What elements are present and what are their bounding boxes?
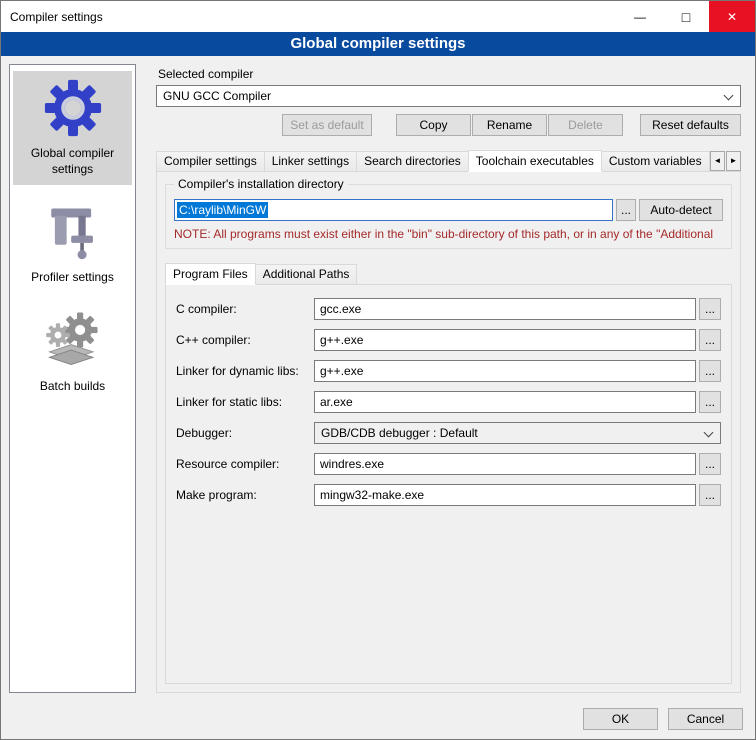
selected-compiler-dropdown[interactable]: GNU GCC Compiler	[156, 85, 741, 107]
sidebar-item-label: Profiler settings	[31, 270, 114, 286]
copy-button[interactable]: Copy	[396, 114, 471, 136]
linker-dynamic-browse-button[interactable]: ...	[699, 360, 721, 382]
tab-custom-variables[interactable]: Custom variables	[601, 151, 710, 171]
make-program-input[interactable]	[314, 484, 696, 506]
linker-static-label: Linker for static libs:	[176, 395, 314, 409]
cpp-compiler-input[interactable]	[314, 329, 696, 351]
tab-toolchain-executables[interactable]: Toolchain executables	[468, 150, 602, 172]
tab-scroll-buttons: ◄ ►	[709, 151, 741, 171]
installation-directory-value: C:\raylib\MinGW	[177, 202, 268, 218]
linker-dynamic-label: Linker for dynamic libs:	[176, 364, 314, 378]
installation-directory-group: Compiler's installation directory C:\ray…	[165, 184, 732, 249]
program-files-page: C compiler: ... C++ compiler: ... Linker…	[165, 284, 732, 684]
sidebar-item-batch-builds[interactable]: Batch builds	[13, 304, 132, 403]
installation-directory-group-title: Compiler's installation directory	[174, 177, 348, 191]
installation-directory-browse-button[interactable]: ...	[616, 199, 636, 221]
auto-detect-button[interactable]: Auto-detect	[639, 199, 723, 221]
sidebar-item-profiler-settings[interactable]: Profiler settings	[13, 195, 132, 294]
tab-search-directories[interactable]: Search directories	[356, 151, 469, 171]
window-title: Compiler settings	[10, 10, 103, 24]
settings-category-list: Global compiler settings Profiler settin…	[9, 64, 136, 693]
selected-compiler-value: GNU GCC Compiler	[163, 89, 271, 103]
blue-gear-icon	[44, 79, 102, 137]
resource-compiler-browse-button[interactable]: ...	[699, 453, 721, 475]
tab-compiler-settings[interactable]: Compiler settings	[156, 151, 265, 171]
field-row-linker-static: Linker for static libs: ...	[176, 391, 721, 413]
cancel-button[interactable]: Cancel	[668, 708, 743, 730]
field-row-debugger: Debugger: GDB/CDB debugger : Default	[176, 422, 721, 444]
sidebar-item-label: Batch builds	[40, 379, 105, 395]
linker-dynamic-input[interactable]	[314, 360, 696, 382]
field-row-cpp-compiler: C++ compiler: ...	[176, 329, 721, 351]
linker-static-browse-button[interactable]: ...	[699, 391, 721, 413]
toolchain-executables-page: Compiler's installation directory C:\ray…	[156, 171, 741, 693]
field-row-linker-dynamic: Linker for dynamic libs: ...	[176, 360, 721, 382]
c-compiler-browse-button[interactable]: ...	[699, 298, 721, 320]
field-row-c-compiler: C compiler: ...	[176, 298, 721, 320]
cpp-compiler-browse-button[interactable]: ...	[699, 329, 721, 351]
window-controls: — □ ✕	[617, 1, 755, 32]
delete-button: Delete	[548, 114, 623, 136]
compiler-actions: Set as default Copy Rename Delete Reset …	[156, 114, 741, 136]
make-program-browse-button[interactable]: ...	[699, 484, 721, 506]
cpp-compiler-label: C++ compiler:	[176, 333, 314, 347]
tab-additional-paths[interactable]: Additional Paths	[255, 264, 358, 284]
chevron-down-icon	[724, 91, 734, 101]
installation-directory-input[interactable]: C:\raylib\MinGW	[174, 199, 613, 221]
rename-button[interactable]: Rename	[472, 114, 547, 136]
resource-compiler-label: Resource compiler:	[176, 457, 314, 471]
sidebar-item-global-compiler-settings[interactable]: Global compiler settings	[13, 71, 132, 185]
tab-scroll-left-icon[interactable]: ◄	[710, 151, 725, 171]
tab-program-files[interactable]: Program Files	[165, 263, 256, 285]
compiler-settings-window: Compiler settings — □ ✕ Global compiler …	[0, 0, 756, 740]
tab-linker-settings[interactable]: Linker settings	[264, 151, 357, 171]
tab-scroll-right-icon[interactable]: ►	[726, 151, 741, 171]
dialog-header-title: Global compiler settings	[1, 32, 755, 56]
c-compiler-input[interactable]	[314, 298, 696, 320]
titlebar: Compiler settings — □ ✕	[1, 1, 755, 32]
make-program-label: Make program:	[176, 488, 314, 502]
resource-compiler-input[interactable]	[314, 453, 696, 475]
close-icon[interactable]: ✕	[709, 1, 755, 32]
chevron-down-icon	[704, 428, 714, 438]
debugger-label: Debugger:	[176, 426, 314, 440]
c-compiler-label: C compiler:	[176, 302, 314, 316]
installation-note: NOTE: All programs must exist either in …	[174, 227, 723, 241]
ok-button[interactable]: OK	[583, 708, 658, 730]
main-panel: Selected compiler GNU GCC Compiler Set a…	[146, 64, 747, 693]
minimize-icon[interactable]: —	[617, 1, 663, 32]
selected-compiler-label: Selected compiler	[158, 67, 741, 81]
programs-tabstrip: Program Files Additional Paths	[165, 263, 732, 284]
reset-defaults-button[interactable]: Reset defaults	[640, 114, 741, 136]
debugger-value: GDB/CDB debugger : Default	[321, 426, 478, 440]
dialog-footer: OK Cancel	[1, 701, 755, 739]
sidebar-item-label: Global compiler settings	[15, 146, 130, 177]
field-row-resource-compiler: Resource compiler: ...	[176, 453, 721, 475]
profiler-tool-icon	[44, 203, 102, 261]
dialog-body: Global compiler settings Profiler settin…	[1, 56, 755, 701]
linker-static-input[interactable]	[314, 391, 696, 413]
installation-directory-row: C:\raylib\MinGW ... Auto-detect	[174, 199, 723, 221]
field-row-make-program: Make program: ...	[176, 484, 721, 506]
set-as-default-button: Set as default	[282, 114, 372, 136]
gray-gears-icon	[44, 312, 102, 370]
settings-tabstrip: Compiler settings Linker settings Search…	[156, 150, 741, 171]
debugger-dropdown[interactable]: GDB/CDB debugger : Default	[314, 422, 721, 444]
maximize-icon[interactable]: □	[663, 1, 709, 32]
